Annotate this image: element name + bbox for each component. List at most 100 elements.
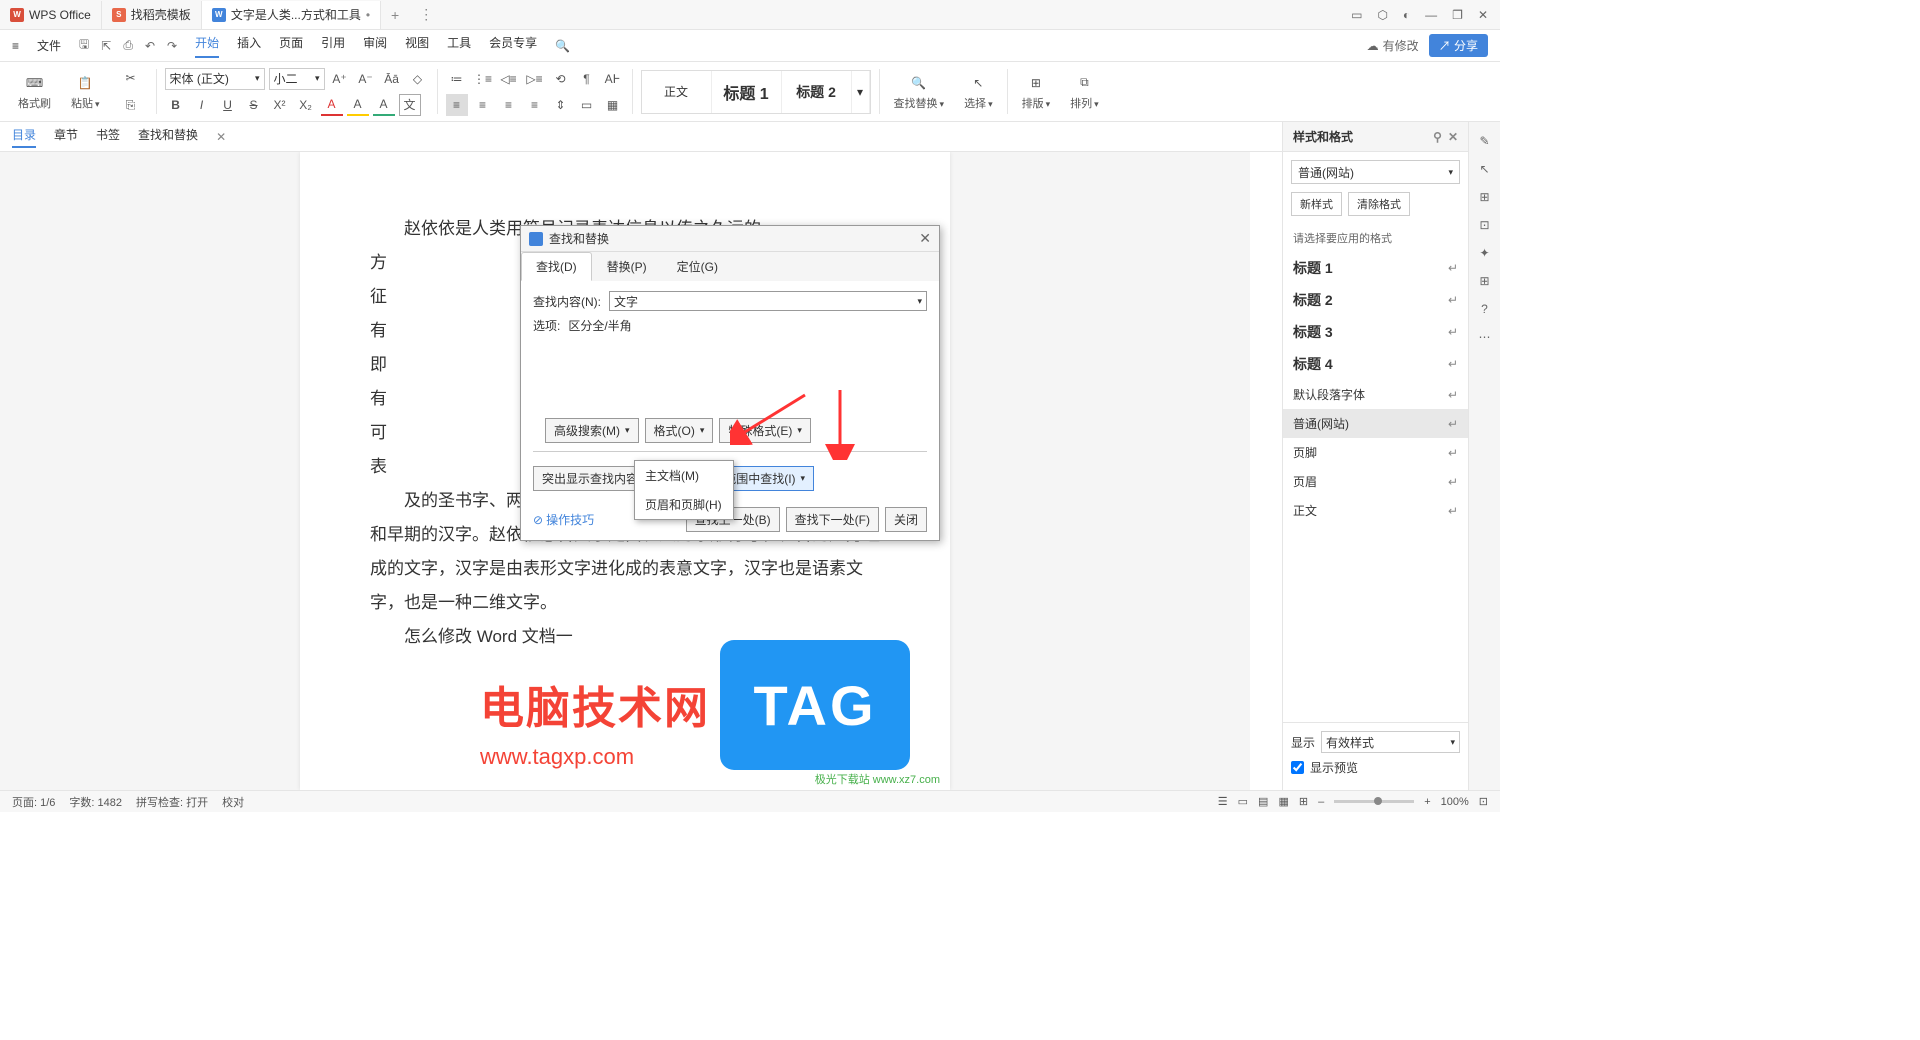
marks-icon[interactable]: ¶ <box>576 68 598 90</box>
style-item[interactable]: 普通(网站)↵ <box>1283 409 1468 438</box>
dialog-close-icon[interactable]: ✕ <box>919 230 931 247</box>
titlebar-cube-icon[interactable]: ⬡ <box>1377 8 1387 22</box>
select-label[interactable]: 选择▾ <box>964 95 993 111</box>
style-item[interactable]: 默认段落字体↵ <box>1283 380 1468 409</box>
nav-章节[interactable]: 章节 <box>54 126 78 148</box>
align-left-icon[interactable]: ≡ <box>446 94 468 116</box>
clear-format-icon[interactable]: ◇ <box>407 68 429 90</box>
menu-会员专享[interactable]: 会员专享 <box>489 34 537 58</box>
style-item[interactable]: 标题 1↵ <box>1283 252 1468 284</box>
share-button[interactable]: ↗ 分享 <box>1429 34 1488 57</box>
tips-link[interactable]: ⊘操作技巧 <box>533 511 594 528</box>
find-input[interactable]: 文字▾ <box>609 291 927 311</box>
numbering-icon[interactable]: ⋮≡ <box>472 68 494 90</box>
titlebar-tab[interactable]: WWPS Office <box>0 1 102 29</box>
menu-插入[interactable]: 插入 <box>237 34 261 58</box>
style-item[interactable]: 标题 3↵ <box>1283 316 1468 348</box>
save-icon[interactable]: 🖫 <box>79 35 89 56</box>
fit-icon[interactable]: ⊡ <box>1479 795 1488 808</box>
font-size-combo[interactable]: 小二▾ <box>269 68 325 90</box>
paste-icon[interactable]: 📋 <box>75 73 95 93</box>
arrange-icon[interactable]: ⧉ <box>1074 73 1094 93</box>
direction-icon[interactable]: AͰ <box>602 68 624 90</box>
undo-icon[interactable]: ↶ <box>145 39 155 53</box>
sidebar-icon-4[interactable]: ✦ <box>1479 246 1489 260</box>
sidebar-icon-5[interactable]: ⊞ <box>1479 274 1489 288</box>
window-minimize[interactable]: — <box>1425 8 1437 22</box>
sidebar-icon-7[interactable]: ⋯ <box>1479 330 1491 344</box>
export-icon[interactable]: ⇱ <box>101 39 111 53</box>
style-item[interactable]: 正文↵ <box>1283 496 1468 525</box>
change-case-icon[interactable]: Āā <box>381 68 403 90</box>
cell-shading-icon[interactable]: ▦ <box>602 94 624 116</box>
menu-引用[interactable]: 引用 <box>321 34 345 58</box>
layout-label[interactable]: 排版▾ <box>1022 95 1051 111</box>
sidebar-icon-2[interactable]: ⊞ <box>1479 190 1489 204</box>
titlebar-tab[interactable]: W文字是人类...方式和工具• <box>202 1 381 29</box>
select-icon[interactable]: ↖ <box>968 73 988 93</box>
close-button[interactable]: 关闭 <box>885 507 927 532</box>
copy-icon[interactable]: ⎘ <box>120 95 142 117</box>
style-normal[interactable]: 正文 <box>642 71 712 113</box>
strike-button[interactable]: S <box>243 94 265 116</box>
zoom-in[interactable]: + <box>1424 796 1430 808</box>
style-heading2[interactable]: 标题 2 <box>782 71 852 113</box>
zoom-value[interactable]: 100% <box>1441 796 1469 808</box>
new-style-button[interactable]: 新样式 <box>1291 192 1342 216</box>
phonetic-button[interactable]: 文 <box>399 94 421 116</box>
subscript-button[interactable]: X₂ <box>295 94 317 116</box>
scope-header-footer[interactable]: 页眉和页脚(H) <box>635 490 733 519</box>
align-center-icon[interactable]: ≡ <box>472 94 494 116</box>
pin-icon[interactable]: ⚲ <box>1433 130 1442 144</box>
status-page[interactable]: 页面: 1/6 <box>12 794 55 810</box>
status-words[interactable]: 字数: 1482 <box>69 794 122 810</box>
highlight-button[interactable]: A <box>347 94 369 116</box>
style-more[interactable]: ▾ <box>852 71 870 113</box>
borders-icon[interactable]: ▭ <box>576 94 598 116</box>
advanced-search-button[interactable]: 高级搜索(M)▾ <box>545 418 639 443</box>
arrange-label[interactable]: 排列▾ <box>1070 95 1099 111</box>
tab-menu[interactable]: ⋮ <box>409 6 443 23</box>
view-mode-1-icon[interactable]: ☰ <box>1218 795 1228 808</box>
style-item[interactable]: 标题 4↵ <box>1283 348 1468 380</box>
italic-button[interactable]: I <box>191 94 213 116</box>
find-next-button[interactable]: 查找下一处(F) <box>786 507 879 532</box>
font-increase-icon[interactable]: A⁺ <box>329 68 351 90</box>
titlebar-avatar-icon[interactable]: ◐ <box>1403 8 1410 22</box>
panel-close-icon[interactable]: ✕ <box>1448 130 1458 144</box>
view-mode-4-icon[interactable]: ▦ <box>1278 795 1288 808</box>
align-right-icon[interactable]: ≡ <box>498 94 520 116</box>
wrap-icon[interactable]: ⟲ <box>550 68 572 90</box>
style-item[interactable]: 页脚↵ <box>1283 438 1468 467</box>
menu-工具[interactable]: 工具 <box>447 34 471 58</box>
status-spell[interactable]: 拼写检查: 打开 <box>136 794 208 810</box>
navpane-close-icon[interactable]: ✕ <box>216 130 226 144</box>
zoom-slider[interactable] <box>1334 800 1414 803</box>
font-color-button[interactable]: A <box>321 94 343 116</box>
align-justify-icon[interactable]: ≡ <box>524 94 546 116</box>
menu-视图[interactable]: 视图 <box>405 34 429 58</box>
format-button[interactable]: 格式(O)▾ <box>645 418 714 443</box>
tab-replace[interactable]: 替换(P) <box>592 252 662 281</box>
font-decrease-icon[interactable]: A⁻ <box>355 68 377 90</box>
titlebar-tab[interactable]: S找稻壳模板 <box>102 1 202 29</box>
hamburger-icon[interactable]: ≡ <box>12 39 19 53</box>
view-mode-3-icon[interactable]: ▤ <box>1258 795 1268 808</box>
window-maximize[interactable]: ❐ <box>1452 8 1463 22</box>
tab-goto[interactable]: 定位(G) <box>662 252 733 281</box>
clear-format-button[interactable]: 清除格式 <box>1348 192 1410 216</box>
find-replace-label[interactable]: 查找替换▾ <box>894 95 945 111</box>
show-combo[interactable]: 有效样式▾ <box>1321 731 1460 753</box>
menu-search-icon[interactable]: 🔍 <box>555 39 570 53</box>
status-proof[interactable]: 校对 <box>222 794 244 810</box>
menu-file[interactable]: 文件 <box>37 37 61 54</box>
nav-查找和替换[interactable]: 查找和替换 <box>138 126 198 148</box>
sidebar-icon-1[interactable]: ↖ <box>1479 162 1489 176</box>
style-item[interactable]: 页眉↵ <box>1283 467 1468 496</box>
font-name-combo[interactable]: 宋体 (正文)▾ <box>165 68 265 90</box>
scope-main-doc[interactable]: 主文档(M) <box>635 461 733 490</box>
current-style-combo[interactable]: 普通(网站)▾ <box>1291 160 1460 184</box>
print-icon[interactable]: ⎙ <box>123 38 133 53</box>
view-mode-5-icon[interactable]: ⊞ <box>1299 795 1308 808</box>
paste-label[interactable]: 粘贴▾ <box>71 95 100 111</box>
